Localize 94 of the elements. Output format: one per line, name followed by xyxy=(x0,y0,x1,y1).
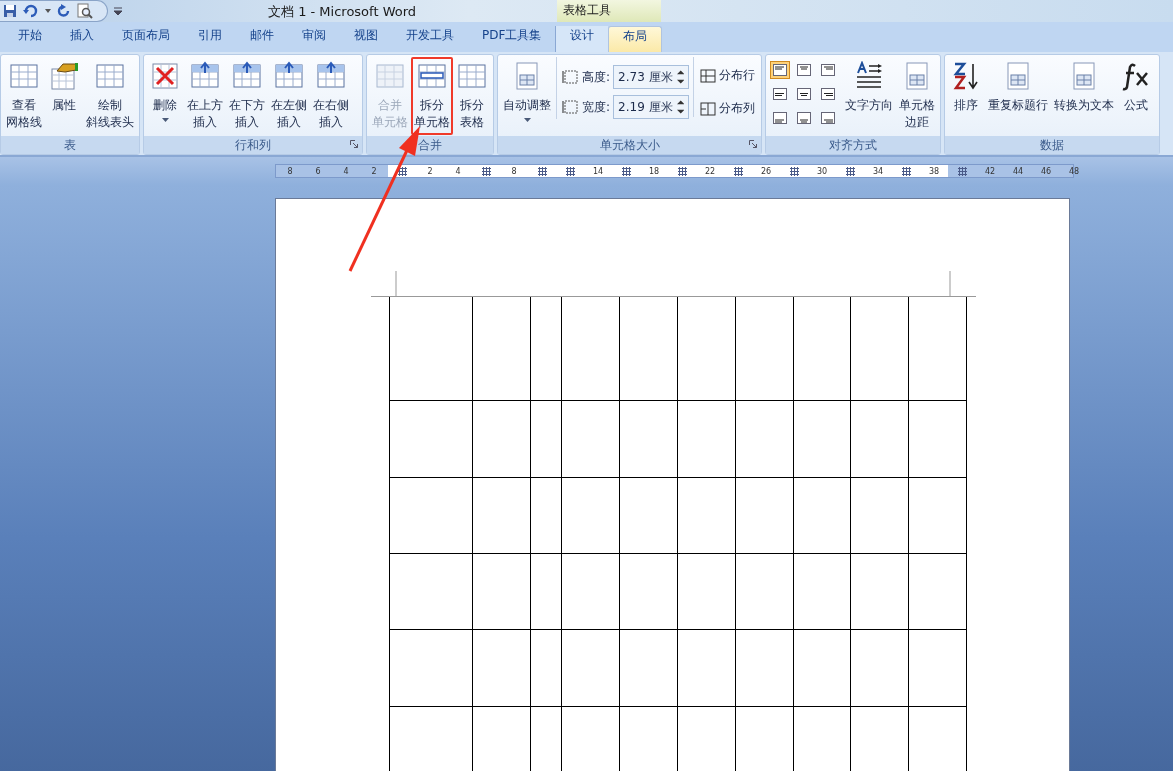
size-field[interactable]: 2.73 厘米 xyxy=(613,65,690,89)
caret-icon xyxy=(161,118,169,122)
ruler-number: 4 xyxy=(343,166,349,176)
ribbon-button[interactable]: 转换为文本 xyxy=(1051,57,1118,118)
field-label: 高度: xyxy=(582,68,611,86)
ribbon-small-button[interactable]: 分布列 xyxy=(700,100,756,117)
ribbon-button[interactable]: 属性 xyxy=(45,57,83,118)
column-marker-icon[interactable] xyxy=(901,166,911,176)
ribbon-tab[interactable]: 开发工具 xyxy=(392,26,468,52)
caret-icon xyxy=(523,118,531,122)
group-label: 对齐方式 xyxy=(829,136,878,154)
ruler-number: 46 xyxy=(1040,166,1052,176)
ribbon-button[interactable]: 删除 xyxy=(146,57,184,126)
ruler-number: 42 xyxy=(984,166,996,176)
ribbon-tab[interactable]: 审阅 xyxy=(288,26,340,52)
group-label: 合并 xyxy=(418,136,442,154)
ribbon-tab[interactable]: 插入 xyxy=(56,26,108,52)
column-marker-icon[interactable] xyxy=(397,166,407,176)
redo-icon[interactable] xyxy=(57,4,71,18)
ruler-number: 4 xyxy=(455,166,461,176)
ruler-number: 34 xyxy=(872,166,884,176)
merge-icon xyxy=(375,61,405,91)
column-marker-icon[interactable] xyxy=(957,166,967,176)
ribbon-button[interactable]: 排序 xyxy=(947,57,986,118)
dialog-launcher-icon[interactable] xyxy=(749,140,758,148)
ribbon-button[interactable]: 拆分 单元格 xyxy=(411,57,453,135)
caret-icon[interactable] xyxy=(45,9,51,13)
ribbon-button[interactable]: 重复标题行 xyxy=(985,57,1052,118)
spinner-icon xyxy=(676,100,685,114)
ribbon-tab[interactable]: 邮件 xyxy=(236,26,288,52)
grid-icon xyxy=(9,61,39,91)
column-marker-icon[interactable] xyxy=(733,166,743,176)
ruler-number: 18 xyxy=(648,166,660,176)
ribbon-button[interactable]: 查看 网格线 xyxy=(3,57,45,135)
size-field[interactable]: 2.19 厘米 xyxy=(613,95,690,119)
row-height-icon xyxy=(561,69,579,85)
column-marker-icon[interactable] xyxy=(537,166,547,176)
ribbon-button[interactable]: 自动调整 xyxy=(500,57,554,126)
ruler-number: 22 xyxy=(704,166,716,176)
ruler-number: 8 xyxy=(287,166,293,176)
ruler-number: 30 xyxy=(816,166,828,176)
ruler-number: 48 xyxy=(1068,166,1080,176)
spinner-icon xyxy=(676,70,685,84)
distribute-rows-icon xyxy=(700,68,717,83)
ruler-number: 2 xyxy=(427,166,433,176)
dialog-launcher-icon[interactable] xyxy=(350,140,358,148)
ruler-number: 14 xyxy=(592,166,604,176)
group-label: 单元格大小 xyxy=(599,136,660,154)
ribbon-tab[interactable]: 引用 xyxy=(184,26,236,52)
window-title: 文档 1 - Microsoft Word xyxy=(268,3,417,21)
column-marker-icon[interactable] xyxy=(845,166,855,176)
column-marker-icon[interactable] xyxy=(481,166,491,176)
ribbon-button[interactable]: 绘制 斜线表头 xyxy=(83,57,137,135)
field-label: 宽度: xyxy=(582,98,611,116)
group-label: 数据 xyxy=(1040,136,1065,154)
context-tab-label: 表格工具 xyxy=(557,0,661,22)
group-label: 行和列 xyxy=(235,136,271,154)
ribbon-tab[interactable]: 设计 xyxy=(555,26,609,52)
ribbon-button[interactable]: 在下方 插入 xyxy=(226,57,268,135)
column-marker-icon[interactable] xyxy=(565,166,575,176)
ruler-number: 38 xyxy=(928,166,940,176)
ribbon-tab[interactable]: 页面布局 xyxy=(108,26,184,52)
ruler-number: 8 xyxy=(511,166,517,176)
split-icon xyxy=(417,61,447,91)
undo-icon[interactable] xyxy=(23,4,39,18)
grid-icon xyxy=(95,61,125,91)
ribbon-tab[interactable]: PDF工具集 xyxy=(468,26,556,52)
ruler-number: 26 xyxy=(760,166,772,176)
distribute-columns-icon xyxy=(700,101,717,116)
customize-caret-icon[interactable] xyxy=(114,7,122,15)
insert-above-icon xyxy=(190,61,220,91)
ruler-number: 6 xyxy=(315,166,321,176)
ruler-number: 44 xyxy=(1012,166,1024,176)
ribbon-button[interactable]: 在上方 插入 xyxy=(184,57,226,135)
ribbon-tab[interactable]: 布局 xyxy=(608,26,663,52)
print-preview-icon[interactable] xyxy=(77,3,93,19)
column-marker-icon[interactable] xyxy=(789,166,799,176)
column-marker-icon[interactable] xyxy=(621,166,631,176)
ribbon-button[interactable]: 在左侧 插入 xyxy=(268,57,310,135)
ribbon-button[interactable]: 拆分 表格 xyxy=(453,57,491,135)
ribbon-tab[interactable]: 视图 xyxy=(340,26,392,52)
ribbon-button[interactable]: 在右侧 插入 xyxy=(310,57,352,135)
ribbon-small-button[interactable]: 分布行 xyxy=(700,67,756,84)
group-label: 表 xyxy=(64,136,76,154)
ribbon-tab[interactable]: 开始 xyxy=(4,26,56,52)
delete-icon xyxy=(150,61,180,91)
column-width-icon xyxy=(561,99,579,115)
ruler-number: 2 xyxy=(371,166,377,176)
column-marker-icon[interactable] xyxy=(677,166,687,176)
ribbon-button[interactable]: 单元格 边距 xyxy=(896,57,939,135)
save-icon[interactable] xyxy=(3,4,17,18)
split-table-icon xyxy=(457,61,487,91)
ribbon-button[interactable]: 公式 xyxy=(1117,57,1156,118)
ribbon-button[interactable]: 文字方向 xyxy=(842,57,897,118)
